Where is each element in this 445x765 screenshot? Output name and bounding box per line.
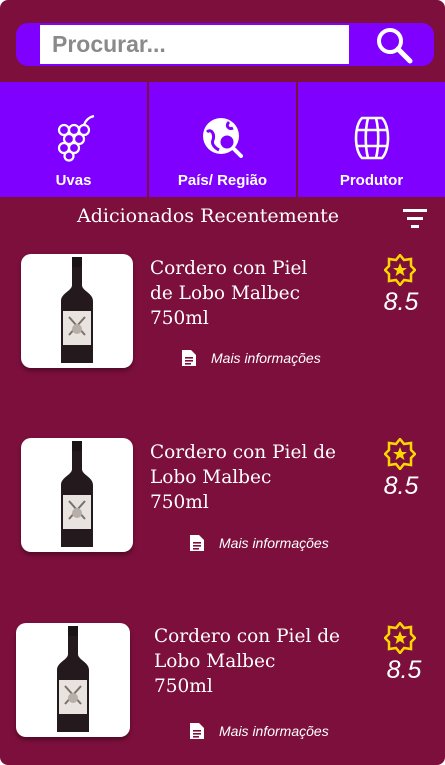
more-info-text: Mais informações <box>219 535 329 551</box>
wine-bottle-image <box>57 626 89 732</box>
wine-name-line: Lobo Malbec <box>150 467 272 488</box>
star-badge-icon <box>384 438 416 470</box>
wine-volume: 750ml <box>154 676 213 697</box>
tab-producer[interactable]: Produtor <box>298 82 445 197</box>
category-tabs: Uvas País/ Região Produtor <box>0 82 445 197</box>
wine-name-line: de Lobo Malbec <box>150 283 300 304</box>
tab-producer-label: Produtor <box>339 172 404 189</box>
search-button[interactable] <box>353 23 434 66</box>
wine-card: Cordero con Piel de Lobo Malbec 750ml 8.… <box>0 250 445 390</box>
more-info-text: Mais informações <box>211 350 321 366</box>
rating-value: 8.5 <box>386 656 422 684</box>
wine-bottle-image <box>61 257 93 363</box>
wine-name-line: Cordero con Piel de <box>154 626 340 647</box>
tab-country-region-label: País/ Região <box>177 172 268 189</box>
wine-card: Cordero con Piel de Lobo Malbec 750ml 8.… <box>0 434 445 574</box>
rating-value: 8.5 <box>383 288 419 316</box>
wine-name-line: Lobo Malbec <box>154 651 276 672</box>
more-info-text: Mais informações <box>219 723 329 739</box>
more-info-link[interactable]: Mais informações <box>181 349 321 367</box>
document-icon <box>182 350 196 366</box>
filter-icon <box>403 209 427 228</box>
rating-value: 8.5 <box>383 472 419 500</box>
wine-thumbnail[interactable] <box>21 254 133 368</box>
search-bar <box>16 23 434 66</box>
wine-name-line: Cordero con Piel de <box>150 442 336 463</box>
wine-name: Cordero con Piel de Lobo Malbec 750ml <box>154 624 374 699</box>
wine-thumbnail[interactable] <box>16 623 130 737</box>
grapes-icon <box>57 114 94 162</box>
search-icon <box>376 27 412 63</box>
app-screen: Uvas País/ Região Produtor <box>0 0 445 765</box>
star-badge-icon <box>384 622 416 654</box>
tab-country-region[interactable]: País/ Região <box>149 82 296 197</box>
filter-button[interactable] <box>402 208 428 230</box>
more-info-link[interactable]: Mais informações <box>189 534 329 552</box>
more-info-link[interactable]: Mais informações <box>189 722 329 740</box>
wine-thumbnail[interactable] <box>21 438 133 552</box>
tab-grapes-label: Uvas <box>55 172 92 189</box>
wine-card: Cordero con Piel de Lobo Malbec 750ml 8.… <box>0 619 445 759</box>
wine-name-line: Cordero con Piel <box>150 258 308 279</box>
document-icon <box>190 723 204 739</box>
globe-search-icon <box>202 118 243 158</box>
tab-grapes[interactable]: Uvas <box>0 82 147 197</box>
wine-bottle-image <box>61 441 93 547</box>
wine-name: Cordero con Piel de Lobo Malbec 750ml <box>150 256 370 331</box>
wine-name: Cordero con Piel de Lobo Malbec 750ml <box>150 440 370 515</box>
section-title: Adicionados Recentemente <box>77 205 340 227</box>
wine-volume: 750ml <box>150 492 209 513</box>
star-badge-icon <box>384 254 416 286</box>
document-icon <box>190 535 204 551</box>
wine-volume: 750ml <box>150 308 209 329</box>
barrel-icon <box>354 116 389 160</box>
search-input[interactable] <box>40 25 349 64</box>
